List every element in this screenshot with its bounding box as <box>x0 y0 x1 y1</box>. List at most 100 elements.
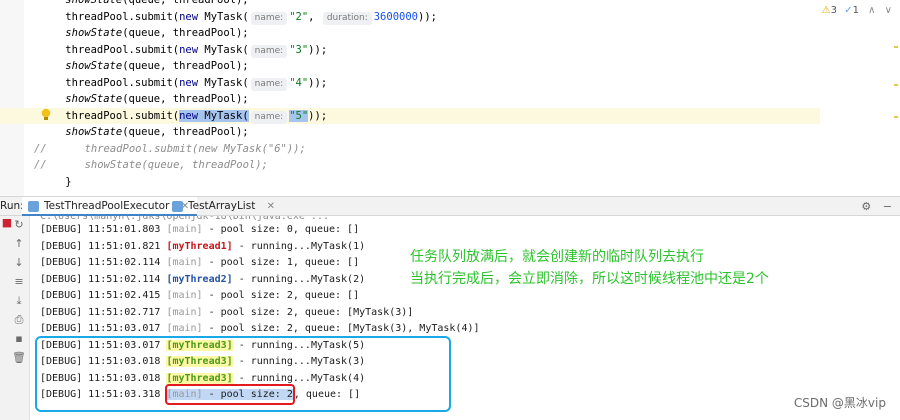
info-count: 1 <box>852 5 859 16</box>
line-number <box>0 157 24 174</box>
run-toolbar: ↻ ↑ ↓ ≡ ⤓ ⎙ ▪ 🗑 ■ <box>0 216 30 420</box>
log-message: - pool size: 0, queue: [] <box>202 224 360 235</box>
minimize-icon[interactable]: − <box>883 200 892 213</box>
up-arrow-icon[interactable]: ↑ <box>12 237 26 251</box>
number-literal: 3600000 <box>373 10 418 23</box>
chevron-down-icon[interactable]: ∨ <box>885 5 892 16</box>
line-number <box>0 91 24 108</box>
line-number <box>0 75 24 92</box>
log-message: - pool size: 2, queue: [MyTask(3)] <box>202 306 414 318</box>
run-config-icon <box>28 201 39 212</box>
class-ref: MyTask( <box>198 10 249 23</box>
method-name: showState <box>65 60 123 72</box>
class-ref: MyTask( <box>198 76 249 89</box>
code-line: showState(queue, threadPool); <box>40 0 248 9</box>
thread-name: [main] <box>166 224 203 235</box>
code-call: threadPool.submit( <box>65 76 180 89</box>
line-number <box>0 141 24 158</box>
keyword-new: new <box>179 43 199 56</box>
thread-name: [main] <box>166 290 203 301</box>
code-line: threadPool.submit(new MyTask(name: "5")); <box>0 107 820 124</box>
rerun-icon[interactable]: ↻ <box>12 218 26 232</box>
string-literal: "2" <box>289 10 309 23</box>
code-suffix: )); <box>308 109 328 122</box>
highlight-box-pool-size <box>165 384 295 405</box>
string-literal: "5" <box>289 109 309 122</box>
log-prefix: [DEBUG] 11:51:02.415 <box>40 290 167 301</box>
log-prefix: [DEBUG] 11:51:02.114 <box>40 273 167 285</box>
code-comment: // threadPool.submit(new MyTask("6")); <box>34 142 306 155</box>
method-name: showState <box>65 27 123 39</box>
close-icon[interactable]: ✕ <box>267 201 275 212</box>
thread-name: [main] <box>166 306 203 318</box>
class-ref: MyTask( <box>198 43 249 56</box>
pin-icon[interactable]: ▪ <box>12 332 26 346</box>
param-hint: duration: <box>322 11 372 25</box>
param-hint: name: <box>250 110 288 124</box>
inspection-widget[interactable]: ⚠3 ✓1 ∧ ∨ <box>822 5 892 16</box>
line-number <box>0 25 24 42</box>
code-line: showState(queue, threadPool); <box>40 91 249 108</box>
line-number <box>0 124 24 141</box>
tab-label: TestThreadPoolExecutor <box>44 200 170 212</box>
scroll-marker <box>894 84 898 86</box>
keyword-new: new <box>179 76 199 89</box>
tab-label: TestArrayList <box>188 200 256 212</box>
watermark: CSDN @黑冰vip <box>793 396 886 410</box>
code-suffix: )); <box>308 43 328 56</box>
code-args: (queue, threadPool); <box>122 93 249 105</box>
console-line: [DEBUG] 11:51:02.717 [main] - pool size:… <box>40 305 413 322</box>
lightbulb-icon[interactable] <box>40 108 52 122</box>
console-line: [DEBUG] 11:51:02.415 [main] - pool size:… <box>40 288 359 305</box>
console-line: [DEBUG] 11:51:01.821 [myThread1] - runni… <box>40 239 365 256</box>
code-line: threadPool.submit(new MyTask(name: "2", d… <box>40 9 437 26</box>
string-literal: "4" <box>289 76 309 89</box>
code-line: threadPool.submit(new MyTask(name: "4")); <box>40 75 327 92</box>
tab-test-array-list[interactable]: TestArrayList ✕ <box>166 197 283 216</box>
code-editor[interactable]: 8 showState(queue, threadPool); threadPo… <box>0 0 900 196</box>
log-prefix: [DEBUG] 11:51:02.114 <box>40 257 167 268</box>
log-prefix: [DEBUG] 11:51:01.821 <box>40 240 167 252</box>
code-call: threadPool.submit( <box>65 43 180 56</box>
log-prefix: [DEBUG] 11:51:02.717 <box>40 306 167 318</box>
code-call: threadPool.submit( <box>65 10 180 23</box>
thread-name: [myThread1] <box>166 240 233 252</box>
chevron-up-icon[interactable]: ∧ <box>868 5 875 16</box>
console-line: [DEBUG] 11:51:02.114 [main] - pool size:… <box>40 255 359 272</box>
thread-name: [main] <box>166 323 203 334</box>
stop-icon[interactable]: ■ <box>0 216 14 230</box>
console-line: [DEBUG] 11:51:02.114 [myThread2] - runni… <box>40 272 365 289</box>
editor-scrollbar[interactable] <box>892 22 900 192</box>
log-message: - pool size: 1, queue: [] <box>202 257 360 268</box>
log-prefix: [DEBUG] 11:51:01.803 <box>40 224 167 235</box>
thread-name: [main] <box>166 257 203 268</box>
param-hint: name: <box>250 11 288 25</box>
param-hint: name: <box>250 77 288 91</box>
param-hint: name: <box>250 44 288 58</box>
scroll-to-end-icon[interactable]: ⤓ <box>12 294 26 308</box>
annotation-line-2: 当执行完成后，会立即消除，所以这时候线程池中还是2个 <box>410 271 769 287</box>
info-icon: ✓ <box>844 5 853 16</box>
code-args: (queue, threadPool); <box>122 60 249 72</box>
code-line: } <box>40 174 71 191</box>
thread-name: [myThread2] <box>166 273 233 285</box>
log-prefix: [DEBUG] 11:51:03.017 <box>40 323 167 334</box>
print-icon[interactable]: ⎙ <box>12 313 26 327</box>
code-suffix: )); <box>308 76 328 89</box>
console-line: [DEBUG] 11:51:01.803 [main] - pool size:… <box>40 222 359 239</box>
keyword-new: new <box>179 109 199 122</box>
gear-icon[interactable]: ⚙ <box>861 200 871 213</box>
annotation-line-1: 任务队列放满后，就会创建新的临时队列去执行 <box>410 249 704 265</box>
code-line: showState(queue, threadPool); <box>40 58 249 75</box>
code-comment: // showState(queue, threadPool); <box>34 159 268 171</box>
code-line: showState(queue, threadPool); <box>40 124 249 141</box>
keyword-new: new <box>179 10 199 23</box>
down-arrow-icon[interactable]: ↓ <box>12 256 26 270</box>
wrap-icon[interactable]: ≡ <box>12 275 26 289</box>
line-number <box>0 9 24 26</box>
delete-icon[interactable]: 🗑 <box>12 351 26 365</box>
code-suffix: )); <box>418 10 437 23</box>
code-args: (queue, threadPool); <box>122 126 249 138</box>
method-name: showState <box>65 0 123 6</box>
run-tool-window-header: Run: TestThreadPoolExecutor ✕ TestArrayL… <box>0 196 900 216</box>
